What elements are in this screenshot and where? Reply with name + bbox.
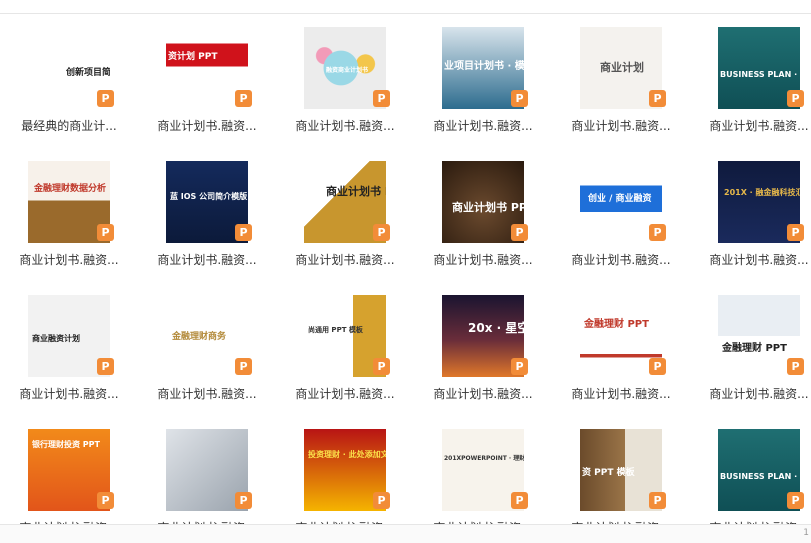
- thumbnail-text: 业项目计划书 · 模板: [444, 61, 524, 72]
- file-item[interactable]: 银行理财投资 PPTP商业计划书.融资...: [0, 416, 138, 524]
- file-name[interactable]: 商业计划书.融资...: [552, 251, 690, 268]
- file-item[interactable]: 资 PPT 模板P商业计划书.融资...: [552, 416, 690, 524]
- file-item[interactable]: 201X · 融金融科技汇报模板 P 商业计划书.融资...: [690, 148, 811, 282]
- page-indicator: 1: [803, 528, 809, 538]
- ppt-file-icon: P: [97, 492, 114, 509]
- thumbnail-text: 20x · 星空 PPT: [468, 321, 524, 335]
- file-item[interactable]: 金融理财 PPT P 商业计划书.融资...: [690, 282, 811, 416]
- file-name[interactable]: 商业计划书.融资...: [276, 385, 414, 402]
- ppt-file-icon: P: [649, 90, 666, 107]
- file-name[interactable]: 商业计划书.融资...: [276, 117, 414, 134]
- file-item[interactable]: 投资理财 · 此处添加文字内容P商业计划书.融资...: [276, 416, 414, 524]
- ppt-file-icon: P: [235, 90, 252, 107]
- ppt-file-icon: P: [97, 224, 114, 241]
- file-name[interactable]: 商业计划书.融资...: [414, 117, 552, 134]
- ppt-file-icon: P: [373, 492, 390, 509]
- file-name[interactable]: 商业计划书.融资...: [138, 251, 276, 268]
- ppt-file-icon: P: [235, 224, 252, 241]
- file-name[interactable]: 商业计划书.融资...: [414, 385, 552, 402]
- thumbnail-text: 投资理财 · 此处添加文字内容: [308, 450, 386, 459]
- file-name[interactable]: 商业计划书.融资...: [690, 385, 811, 402]
- file-item[interactable]: 资计划 PPT P 商业计划书.融资...: [138, 14, 276, 148]
- thumbnail-text: 融资商业计划书: [326, 67, 369, 74]
- file-item[interactable]: BUSINESS PLAN · 商业计划书 P 商业计划书.融资...: [690, 14, 811, 148]
- ppt-file-icon: P: [787, 224, 804, 241]
- file-name[interactable]: 商业计划书.融资...: [690, 251, 811, 268]
- ppt-file-icon: P: [511, 492, 528, 509]
- thumbnail-text: 尚通用 PPT 模板: [308, 326, 363, 334]
- file-item[interactable]: 金融理财商务 P 商业计划书.融资...: [138, 282, 276, 416]
- file-item[interactable]: 尚通用 PPT 模板 P 商业计划书.融资...: [276, 282, 414, 416]
- ppt-file-icon: P: [373, 90, 390, 107]
- file-name[interactable]: 商业计划书.融资...: [138, 117, 276, 134]
- file-item[interactable]: 业项目计划书 · 模板 P 商业计划书.融资...: [414, 14, 552, 148]
- file-name[interactable]: 商业计划书.融资...: [552, 117, 690, 134]
- thumbnail-text: 金融理财商务: [172, 332, 227, 342]
- thumbnail-text: 银行理财投资 PPT: [32, 440, 100, 449]
- thumbnail-text: 商业计划: [600, 61, 644, 74]
- file-name[interactable]: 商业计划书.融资...: [276, 251, 414, 268]
- file-item[interactable]: 商业计划 P 商业计划书.融资...: [552, 14, 690, 148]
- thumbnail-text: 金融理财 PPT: [584, 319, 649, 330]
- top-toolbar: [0, 0, 811, 14]
- file-item[interactable]: 蓝 IOS 公司简介模版 P 商业计划书.融资...: [138, 148, 276, 282]
- file-item[interactable]: 商业计划书 PPT P 商业计划书.融资...: [276, 148, 414, 282]
- thumbnail-text: 商业计划书 PPT: [452, 201, 524, 214]
- file-item[interactable]: 201XPOWERPOINT · 理财投资分析 PPTP商业计划书.融资...: [414, 416, 552, 524]
- ppt-file-icon: P: [649, 492, 666, 509]
- status-bar: 1: [0, 524, 811, 543]
- ppt-file-icon: P: [787, 358, 804, 375]
- thumbnail-text: 商业计划书 PPT: [326, 185, 386, 198]
- file-item[interactable]: 商业融资计划 P 商业计划书.融资...: [0, 282, 138, 416]
- thumbnail-text: 金融理财 PPT: [722, 343, 787, 354]
- file-item[interactable]: 金融理财数据分析 P 商业计划书.融资...: [0, 148, 138, 282]
- file-name[interactable]: 商业计划书.融资...: [0, 385, 138, 402]
- file-name[interactable]: 最经典的商业计...: [0, 117, 138, 134]
- file-item[interactable]: P商业计划书.融资...: [138, 416, 276, 524]
- ppt-file-icon: P: [511, 358, 528, 375]
- ppt-file-icon: P: [787, 492, 804, 509]
- thumbnail-text: 资 PPT 模板: [582, 468, 635, 478]
- ppt-file-icon: P: [97, 90, 114, 107]
- file-name[interactable]: 商业计划书.融资...: [138, 385, 276, 402]
- file-item[interactable]: 创新项目简述 P 最经典的商业计...: [0, 14, 138, 148]
- ppt-file-icon: P: [235, 492, 252, 509]
- ppt-file-icon: P: [97, 358, 114, 375]
- thumbnail-text: 金融理财数据分析: [34, 184, 107, 194]
- thumbnail-text: 蓝 IOS 公司简介模版: [170, 192, 248, 201]
- ppt-file-icon: P: [649, 358, 666, 375]
- ppt-file-icon: P: [373, 224, 390, 241]
- ppt-file-icon: P: [511, 90, 528, 107]
- thumbnail-text: BUSINESS PLAN · 商业计划书: [720, 472, 800, 481]
- file-item[interactable]: 20x · 星空 PPT P 商业计划书.融资...: [414, 282, 552, 416]
- ppt-file-icon: P: [511, 224, 528, 241]
- thumbnail-text: 创业 / 商业融资: [588, 194, 652, 204]
- thumbnail-text: 资计划 PPT: [168, 52, 218, 62]
- file-grid: 创新项目简述P最经典的商业计...资计划 PPTP商业计划书.融资...融资商业…: [0, 14, 811, 524]
- file-item[interactable]: 金融理财 PPT P 商业计划书.融资...: [552, 282, 690, 416]
- file-item[interactable]: 融资商业计划书 P 商业计划书.融资...: [276, 14, 414, 148]
- ppt-file-icon: P: [373, 358, 390, 375]
- thumbnail-text: 创新项目简述: [66, 68, 110, 78]
- ppt-file-icon: P: [235, 358, 252, 375]
- file-name[interactable]: 商业计划书.融资...: [552, 385, 690, 402]
- thumbnail-text: BUSINESS PLAN · 商业计划书: [720, 70, 800, 79]
- thumbnail-text: 商业融资计划: [32, 334, 80, 343]
- file-name[interactable]: 商业计划书.融资...: [0, 251, 138, 268]
- ppt-file-icon: P: [649, 224, 666, 241]
- thumbnail-text: 201XPOWERPOINT · 理财投资分析 PPT: [444, 455, 524, 462]
- file-name[interactable]: 商业计划书.融资...: [414, 251, 552, 268]
- ppt-file-icon: P: [787, 90, 804, 107]
- thumbnail-text: 201X · 融金融科技汇报模板: [724, 188, 800, 197]
- file-name[interactable]: 商业计划书.融资...: [690, 117, 811, 134]
- file-item[interactable]: 创业 / 商业融资 P 商业计划书.融资...: [552, 148, 690, 282]
- file-item[interactable]: BUSINESS PLAN · 商业计划书P商业计划书.融资...: [690, 416, 811, 524]
- file-item[interactable]: 商业计划书 PPT P 商业计划书.融资...: [414, 148, 552, 282]
